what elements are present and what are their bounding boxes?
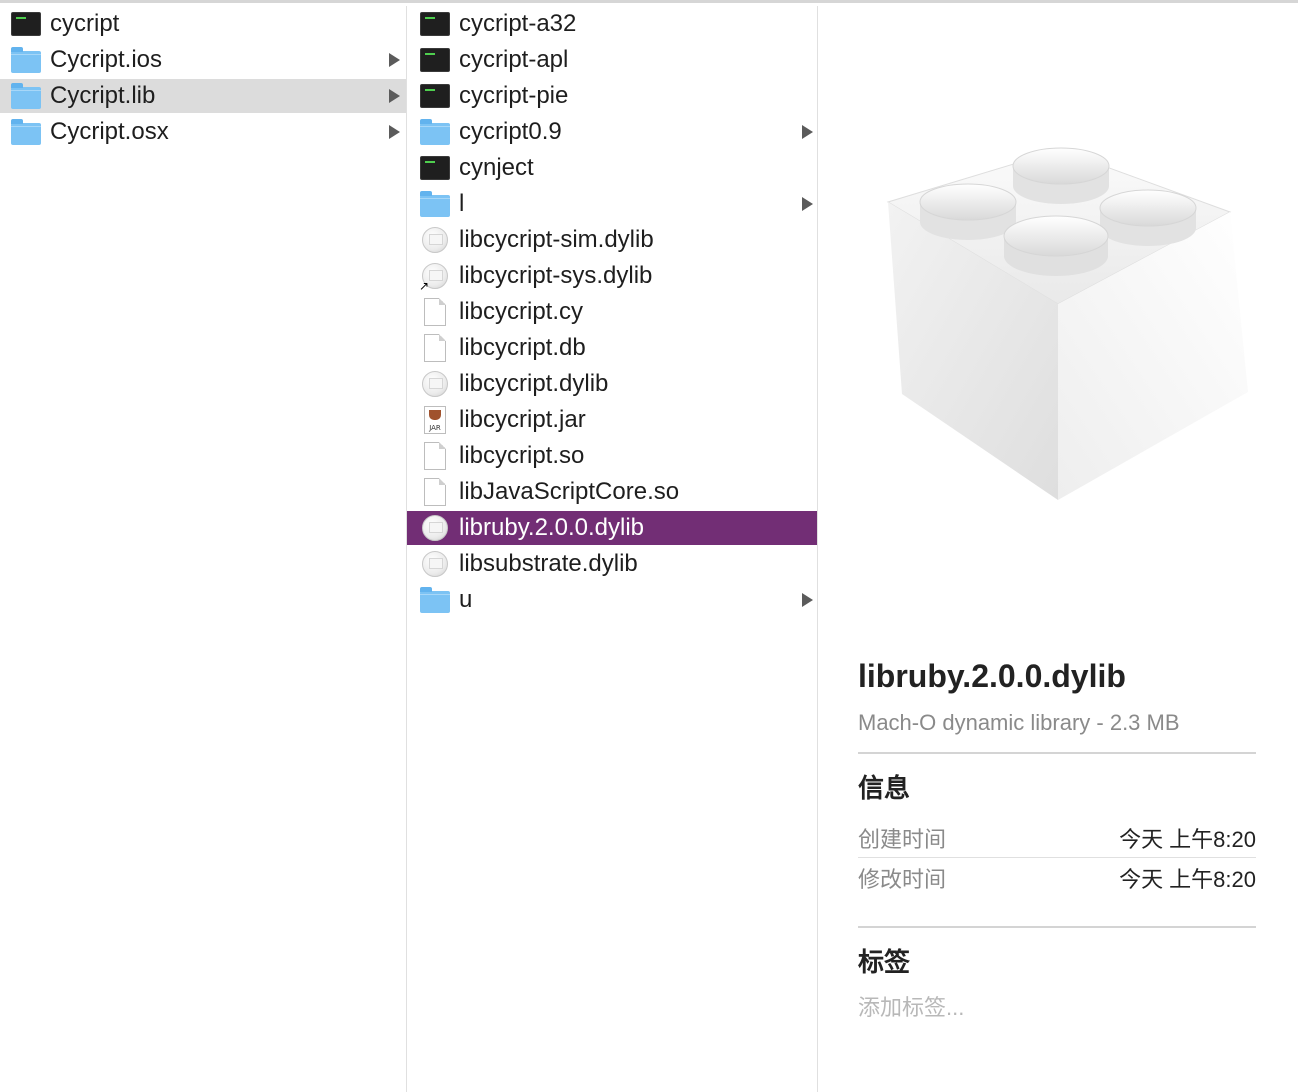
dylib-alias-icon: ↗ (419, 262, 451, 293)
created-value: 今天 上午8:20 (1119, 827, 1256, 852)
preview-pane: libruby.2.0.0.dylib Mach-O dynamic libra… (818, 6, 1298, 1092)
chevron-right-icon (389, 89, 400, 103)
item-label: libruby.2.0.0.dylib (459, 514, 644, 541)
list-item-cycript[interactable]: cycript (0, 7, 406, 41)
list-item[interactable]: cynject (407, 151, 817, 185)
list-item[interactable]: libcycript.dylib (407, 367, 817, 401)
item-label: libcycript.jar (459, 406, 586, 433)
terminal-executable-icon (10, 10, 42, 38)
item-label: libsubstrate.dylib (459, 550, 638, 577)
item-label: libcycript.db (459, 334, 586, 361)
item-label: libcycript-sys.dylib (459, 262, 653, 289)
list-item-selected[interactable]: libruby.2.0.0.dylib (407, 511, 817, 545)
finder-column-browser: cycript Cycript.ios Cycript.lib Cycript.… (0, 0, 1298, 1092)
item-label: libcycript-sim.dylib (459, 226, 654, 253)
divider (858, 926, 1256, 928)
list-item-cycript-lib[interactable]: Cycript.lib (0, 79, 406, 113)
list-item[interactable]: cycript-pie (407, 79, 817, 113)
list-item[interactable]: libcycript.db (407, 331, 817, 365)
alias-arrow-icon: ↗ (419, 279, 430, 293)
document-icon (419, 298, 451, 326)
chevron-right-icon (802, 125, 813, 139)
terminal-executable-icon (419, 46, 451, 74)
created-label: 创建时间 (858, 827, 947, 852)
preview-kind-size: Mach-O dynamic library - 2.3 MB (858, 710, 1180, 735)
folder-icon (419, 586, 451, 614)
terminal-executable-icon (419, 154, 451, 182)
jar-badge: JAR (429, 424, 441, 432)
list-item[interactable]: cycript-a32 (407, 7, 817, 41)
list-item[interactable]: libsubstrate.dylib (407, 547, 817, 581)
folder-icon (10, 46, 42, 74)
item-label: libcycript.so (459, 442, 585, 469)
jar-icon: JAR (419, 406, 451, 434)
folder-icon (419, 118, 451, 146)
list-item-cycript-osx[interactable]: Cycript.osx (0, 115, 406, 149)
dylib-icon (419, 550, 451, 578)
tags-section-title: 标签 (858, 947, 911, 977)
add-tags-field[interactable]: 添加标签... (858, 990, 964, 1022)
chevron-right-icon (389, 53, 400, 67)
folder-icon (10, 118, 42, 146)
column-1[interactable]: cycript Cycript.ios Cycript.lib Cycript.… (0, 6, 407, 1092)
dylib-icon (419, 226, 451, 254)
terminal-executable-icon (419, 10, 451, 38)
list-item[interactable]: libcycript.so (407, 439, 817, 473)
document-icon (419, 334, 451, 362)
list-item[interactable]: cycript0.9 (407, 115, 817, 149)
library-lego-block-icon (886, 147, 1248, 500)
item-label: cycript-apl (459, 46, 569, 73)
item-label: Cycript.ios (50, 46, 163, 73)
item-label: libcycript.cy (459, 298, 584, 325)
list-item[interactable]: libcycript-sim.dylib (407, 223, 817, 257)
dylib-icon (419, 370, 451, 398)
item-label: u (459, 586, 473, 613)
modified-row: 修改时间 今天 上午8:20 (858, 858, 1256, 896)
item-label: Cycript.osx (50, 118, 169, 145)
item-label: cycript-a32 (459, 10, 577, 37)
list-item[interactable]: libJavaScriptCore.so (407, 475, 817, 509)
modified-value: 今天 上午8:20 (1119, 867, 1256, 892)
column-2[interactable]: cycript-a32 cycript-apl cycript-pie cycr… (407, 6, 818, 1092)
terminal-executable-icon (419, 82, 451, 110)
chevron-right-icon (802, 197, 813, 211)
divider (858, 752, 1256, 754)
info-section-title: 信息 (858, 773, 911, 803)
item-label: cycript (50, 10, 120, 37)
list-item[interactable]: libcycript.cy (407, 295, 817, 329)
modified-label: 修改时间 (858, 867, 947, 892)
folder-icon (419, 190, 451, 218)
created-row: 创建时间 今天 上午8:20 (858, 818, 1256, 856)
list-item[interactable]: JAR libcycript.jar (407, 403, 817, 437)
item-label: cycript-pie (459, 82, 569, 109)
list-item-cycript-ios[interactable]: Cycript.ios (0, 43, 406, 77)
chevron-right-icon (802, 593, 813, 607)
document-icon (419, 442, 451, 470)
dylib-icon (419, 514, 451, 542)
preview-file-name: libruby.2.0.0.dylib (858, 658, 1126, 694)
list-item[interactable]: cycript-apl (407, 43, 817, 77)
list-item[interactable]: ↗ libcycript-sys.dylib (407, 259, 817, 293)
item-label: cycript0.9 (459, 118, 562, 145)
folder-icon (10, 82, 42, 110)
item-label: l (459, 190, 465, 217)
chevron-right-icon (389, 125, 400, 139)
item-label: libcycript.dylib (459, 370, 609, 397)
item-label: Cycript.lib (50, 82, 156, 109)
item-label: cynject (459, 154, 534, 181)
list-item[interactable]: u (407, 583, 817, 617)
document-icon (419, 478, 451, 506)
list-item[interactable]: l (407, 187, 817, 221)
item-label: libJavaScriptCore.so (459, 478, 680, 505)
